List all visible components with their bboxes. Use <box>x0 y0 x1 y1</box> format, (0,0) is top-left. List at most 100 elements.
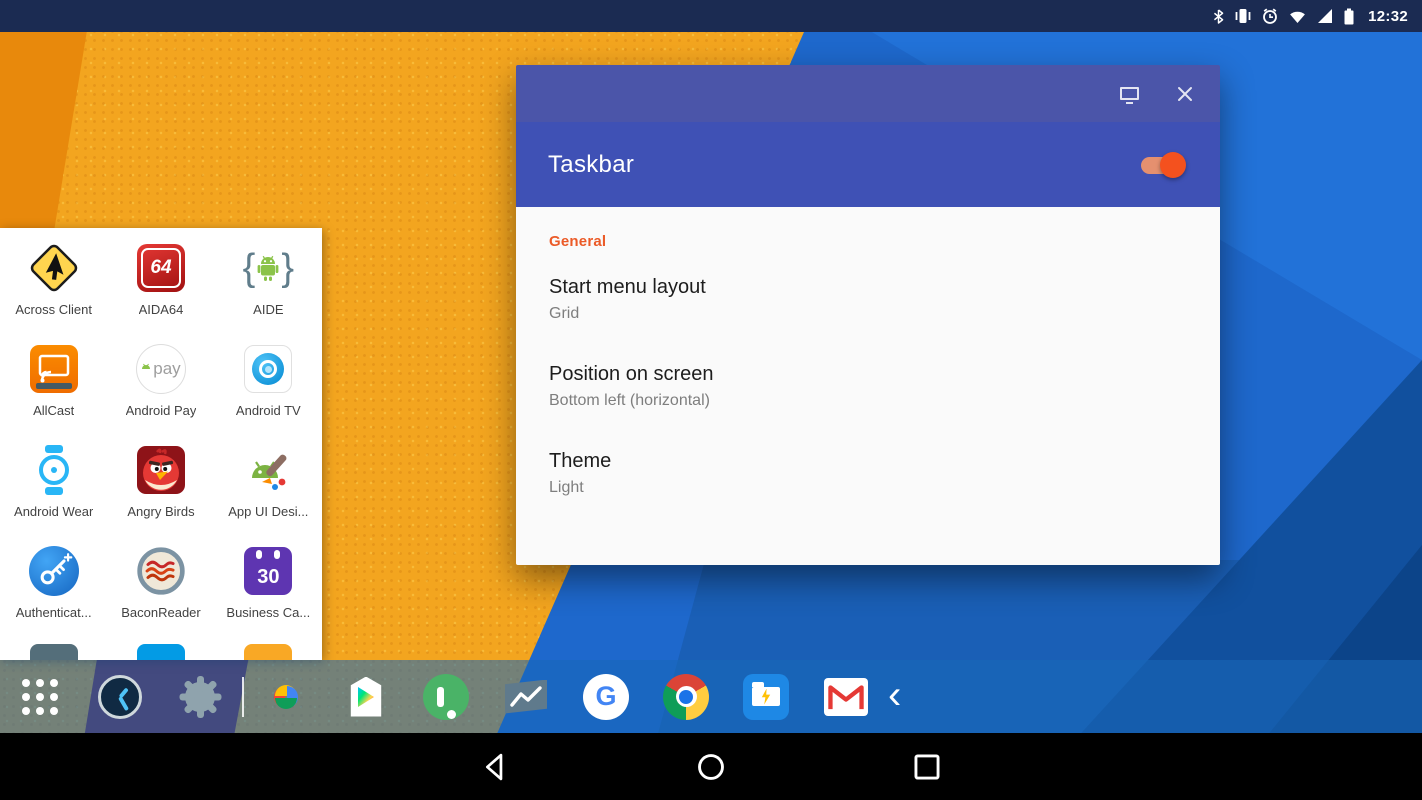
window-title: Taskbar <box>548 151 634 179</box>
taskbar-app-gmail[interactable] <box>823 674 869 720</box>
aida64-icon: 64 <box>133 240 189 296</box>
file-manager-icon <box>743 674 789 720</box>
across-client-icon <box>26 240 82 296</box>
app-label: Android Pay <box>126 403 197 418</box>
setting-theme[interactable]: Theme Light <box>549 450 1187 497</box>
setting-title: Start menu layout <box>549 276 1187 299</box>
app-label: Across Client <box>15 302 92 317</box>
clock-icon <box>98 675 142 719</box>
app-item-android-tv[interactable]: Android TV <box>215 341 322 442</box>
app-label: AIDA64 <box>139 302 184 317</box>
app-item-authenticator[interactable]: Authenticat... <box>0 543 107 644</box>
app-item-business-calendar[interactable]: 30 Business Ca... <box>215 543 322 644</box>
app-item-aida64[interactable]: 64 AIDA64 <box>107 240 214 341</box>
app-label: Angry Birds <box>127 504 194 519</box>
maximize-icon <box>1120 87 1139 100</box>
setting-value: Bottom left (horizontal) <box>549 392 1187 410</box>
window-header: Taskbar <box>516 122 1220 207</box>
app-label: Authenticat... <box>16 605 92 620</box>
taskbar-app-settings[interactable] <box>177 674 223 720</box>
battery-icon <box>1343 7 1355 26</box>
chrome-icon <box>663 674 709 720</box>
app-label: AllCast <box>33 403 74 418</box>
android-pay-icon: pay <box>133 341 189 397</box>
partial-app-icon <box>244 644 292 660</box>
taskbar-app-photos[interactable] <box>263 674 309 720</box>
taskbar-app-pushbullet[interactable] <box>423 674 469 720</box>
taskbar-enabled-toggle[interactable] <box>1138 152 1186 178</box>
recents-button[interactable] <box>905 745 949 789</box>
android-screen: 12:32 Taskbar General Start menu layout … <box>0 0 1422 800</box>
apps-grid-icon <box>22 679 58 715</box>
setting-start-menu-layout[interactable]: Start menu layout Grid <box>549 276 1187 323</box>
app-item-baconreader[interactable]: BaconReader <box>107 543 214 644</box>
taskbar-app-play-store[interactable] <box>343 674 389 720</box>
taskbar-strip: G ‹ <box>0 660 1422 733</box>
alarm-icon <box>1261 7 1279 25</box>
vibrate-icon <box>1234 7 1252 25</box>
setting-title: Theme <box>549 450 1187 473</box>
setting-value: Grid <box>549 305 1187 323</box>
taskbar-collapse-button[interactable]: ‹ <box>888 672 901 718</box>
recents-icon <box>910 750 944 784</box>
android-wear-icon <box>26 442 82 498</box>
setting-value: Light <box>549 479 1187 497</box>
gmail-icon <box>824 678 868 716</box>
trends-chart-icon <box>505 680 547 714</box>
setting-title: Position on screen <box>549 363 1187 386</box>
app-ui-designer-icon <box>240 442 296 498</box>
taskbar-start-button[interactable] <box>17 674 63 720</box>
google-g-icon: G <box>583 674 629 720</box>
taskbar-app-chrome[interactable] <box>663 674 709 720</box>
taskbar-app-file-manager[interactable] <box>743 674 789 720</box>
signal-icon <box>1316 7 1334 25</box>
business-calendar-icon: 30 <box>240 543 296 599</box>
baconreader-icon <box>133 543 189 599</box>
start-menu: Across Client 64 AIDA64 { <box>0 228 322 660</box>
window-titlebar <box>516 65 1220 122</box>
wifi-icon <box>1288 7 1307 25</box>
taskbar-app-clock[interactable] <box>97 674 143 720</box>
app-item-android-pay[interactable]: pay Android Pay <box>107 341 214 442</box>
back-icon <box>478 750 512 784</box>
taskbar-app-trends[interactable] <box>503 674 549 720</box>
close-icon <box>1176 85 1194 103</box>
partial-app-icon <box>137 644 185 660</box>
maximize-button[interactable] <box>1116 81 1142 107</box>
status-bar: 12:32 <box>0 0 1422 32</box>
app-item-android-wear[interactable]: Android Wear <box>0 442 107 543</box>
pushbullet-icon <box>423 674 469 720</box>
play-store-icon <box>347 677 385 717</box>
app-label: Android TV <box>236 403 301 418</box>
aide-icon: { } <box>240 240 296 296</box>
home-icon <box>694 750 728 784</box>
close-button[interactable] <box>1172 81 1198 107</box>
app-item-across-client[interactable]: Across Client <box>0 240 107 341</box>
gear-icon <box>177 674 223 720</box>
allcast-icon <box>26 341 82 397</box>
app-label: Business Ca... <box>226 605 310 620</box>
settings-list: General Start menu layout Grid Position … <box>516 207 1220 565</box>
authenticator-icon <box>26 543 82 599</box>
app-item-app-ui-designer[interactable]: App UI Desi... <box>215 442 322 543</box>
android-tv-icon <box>240 341 296 397</box>
back-button[interactable] <box>473 745 517 789</box>
status-time: 12:32 <box>1368 8 1408 25</box>
toggle-knob <box>1160 152 1186 178</box>
taskbar-divider <box>242 677 244 717</box>
setting-position-on-screen[interactable]: Position on screen Bottom left (horizont… <box>549 363 1187 410</box>
app-item-aide[interactable]: { } AIDE <box>215 240 322 341</box>
section-header: General <box>549 233 1187 250</box>
app-label: AIDE <box>253 302 283 317</box>
app-item-allcast[interactable]: AllCast <box>0 341 107 442</box>
google-photos-icon <box>263 674 309 720</box>
app-label: Android Wear <box>14 504 93 519</box>
angry-birds-icon <box>133 442 189 498</box>
bluetooth-icon <box>1212 7 1225 26</box>
taskbar-settings-window: Taskbar General Start menu layout Grid P… <box>516 65 1220 565</box>
partial-app-row <box>0 644 322 660</box>
home-button[interactable] <box>689 745 733 789</box>
navigation-bar <box>0 733 1422 800</box>
taskbar-app-google[interactable]: G <box>583 674 629 720</box>
app-item-angry-birds[interactable]: Angry Birds <box>107 442 214 543</box>
